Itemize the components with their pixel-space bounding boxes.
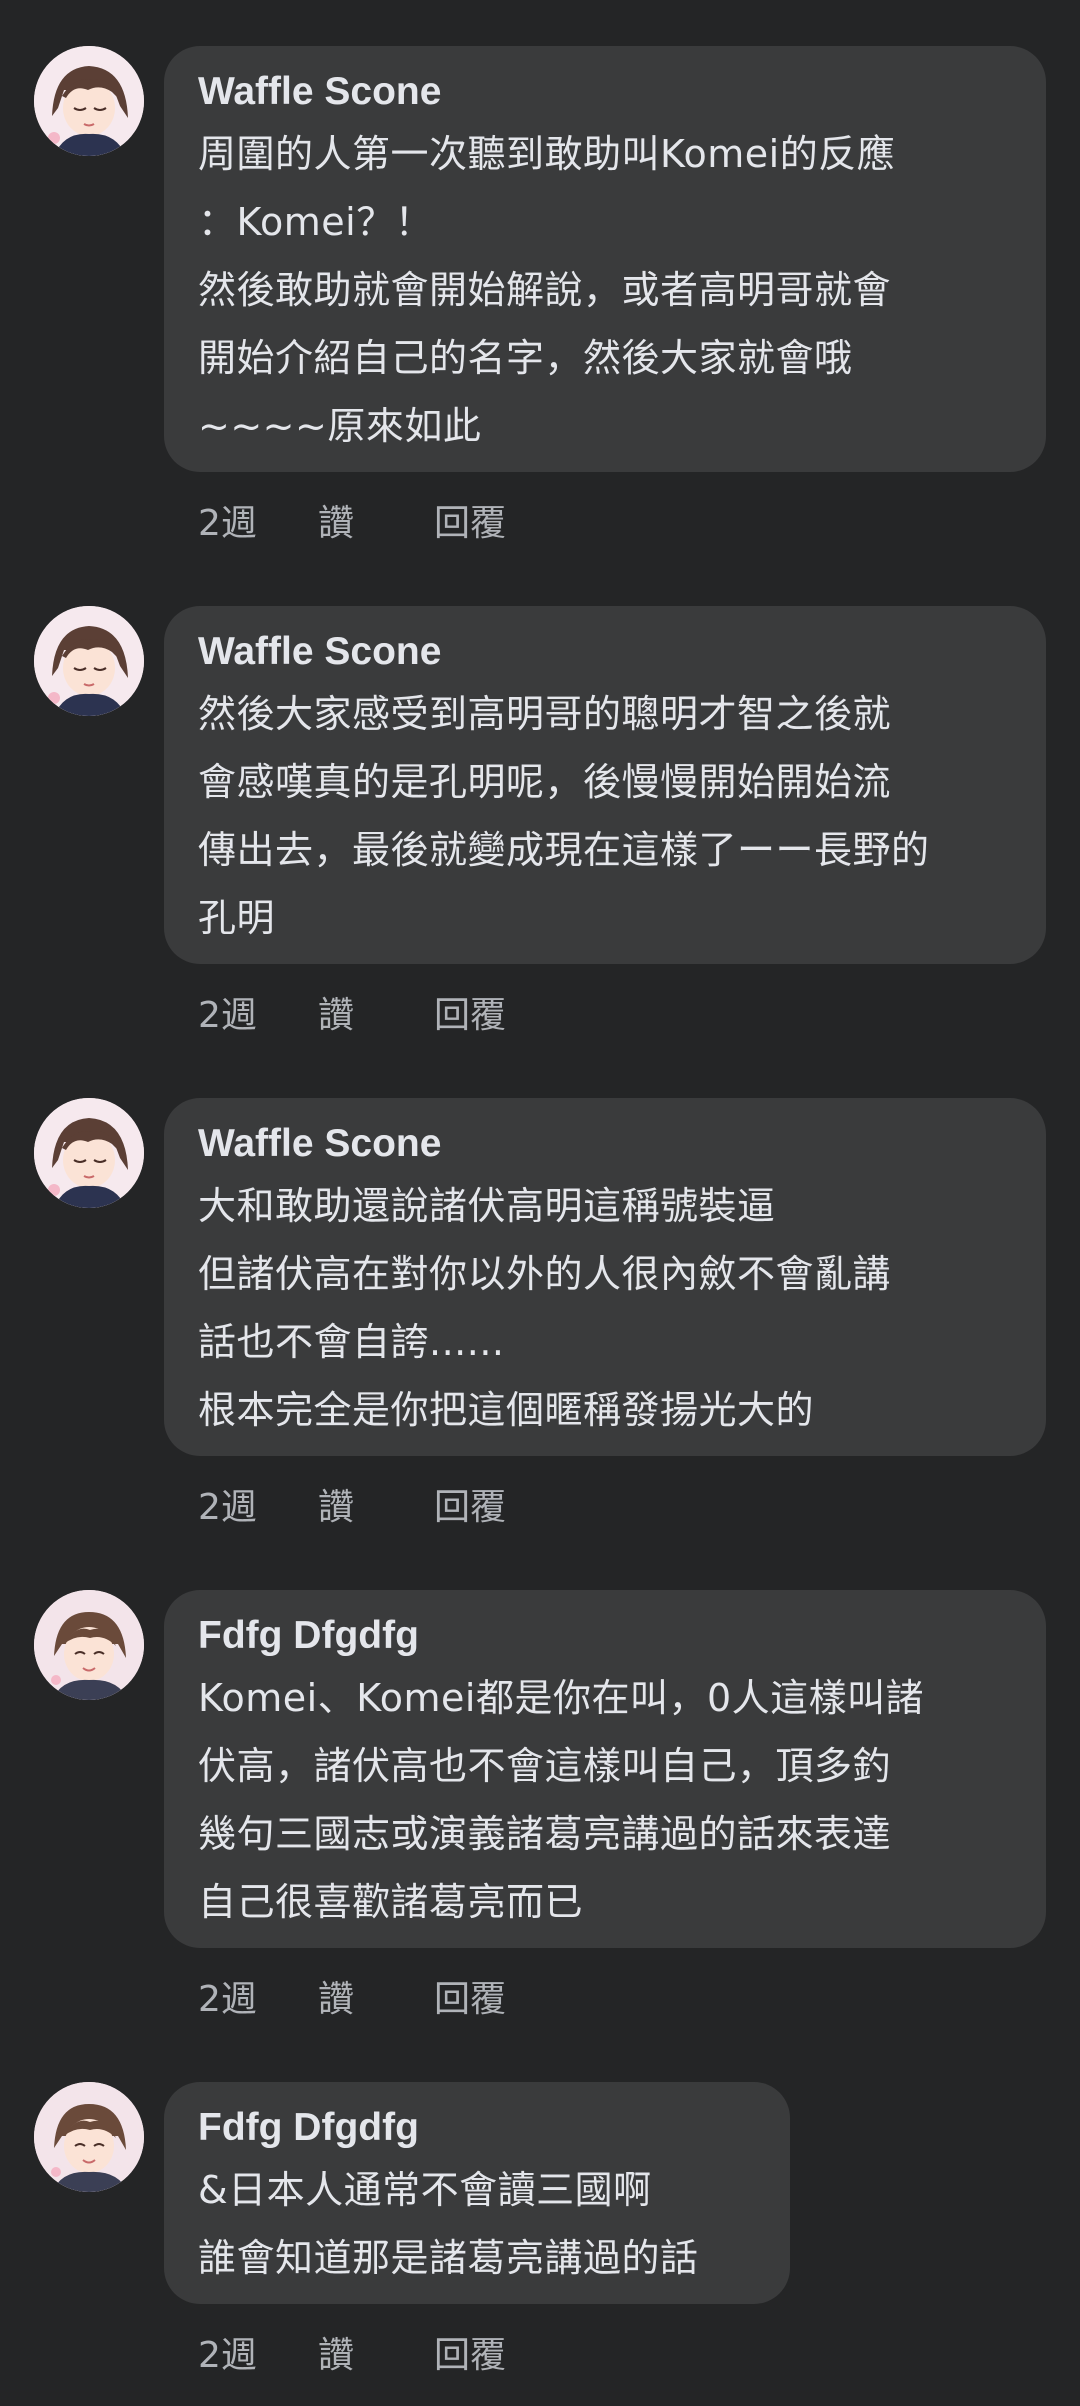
comment-bubble: Waffle Scone 周圍的人第一次聽到敢助叫Komei的反應 ：Komei…: [164, 46, 1046, 472]
comment-actions: 2週 讚 回覆: [198, 1484, 506, 1532]
comment-text: 周圍的人第一次聽到敢助叫Komei的反應 ：Komei？！ 然後敢助就會開始解說…: [198, 132, 896, 448]
avatar[interactable]: [34, 1098, 144, 1208]
comment-author[interactable]: Waffle Scone: [198, 624, 1012, 680]
comment-text: &日本人通常不會讀三國啊 誰會知道那是諸葛亮講過的話: [198, 2168, 699, 2280]
like-button[interactable]: 讚: [318, 500, 414, 548]
comment-actions: 2週 讚 回覆: [198, 1976, 506, 2024]
comment-author[interactable]: Fdfg Dfgdfg: [198, 2100, 756, 2156]
avatar[interactable]: [34, 46, 144, 156]
reply-button[interactable]: 回覆: [434, 2332, 506, 2380]
comment-actions: 2週 讚 回覆: [198, 2332, 506, 2380]
comment-actions: 2週 讚 回覆: [198, 992, 506, 1040]
comment-timestamp[interactable]: 2週: [198, 2332, 318, 2380]
comment-bubble: Fdfg Dfgdfg Komei、Komei都是你在叫，0人這樣叫諸 伏高，諸…: [164, 1590, 1046, 1948]
avatar-illustration-icon: [34, 606, 144, 716]
comment-timestamp[interactable]: 2週: [198, 1484, 318, 1532]
avatar-illustration-icon: [34, 46, 144, 156]
reply-button[interactable]: 回覆: [434, 1976, 506, 2024]
reply-button[interactable]: 回覆: [434, 992, 506, 1040]
comment-bubble: Waffle Scone 大和敢助還說諸伏高明這稱號裝逼 但諸伏高在對你以外的人…: [164, 1098, 1046, 1456]
like-button[interactable]: 讚: [318, 2332, 414, 2380]
comment-author[interactable]: Fdfg Dfgdfg: [198, 1608, 1012, 1664]
avatar[interactable]: [34, 2082, 144, 2192]
comment-timestamp[interactable]: 2週: [198, 1976, 318, 2024]
reply-button[interactable]: 回覆: [434, 500, 506, 548]
comment-author[interactable]: Waffle Scone: [198, 64, 1012, 120]
comment-timestamp[interactable]: 2週: [198, 500, 318, 548]
comment-text: 然後大家感受到高明哥的聰明才智之後就 會感嘆真的是孔明呢，後慢慢開始開始流 傳出…: [198, 692, 930, 940]
comment-bubble: Fdfg Dfgdfg &日本人通常不會讀三國啊 誰會知道那是諸葛亮講過的話: [164, 2082, 790, 2304]
like-button[interactable]: 讚: [318, 1484, 414, 1532]
comment-timestamp[interactable]: 2週: [198, 992, 318, 1040]
like-button[interactable]: 讚: [318, 1976, 414, 2024]
comment-text: Komei、Komei都是你在叫，0人這樣叫諸 伏高，諸伏高也不會這樣叫自己，頂…: [198, 1676, 925, 1924]
comment-text: 大和敢助還說諸伏高明這稱號裝逼 但諸伏高在對你以外的人很內斂不會亂講 話也不會自…: [198, 1184, 892, 1432]
avatar-illustration-icon: [34, 2082, 144, 2192]
comment-bubble: Waffle Scone 然後大家感受到高明哥的聰明才智之後就 會感嘆真的是孔明…: [164, 606, 1046, 964]
avatar-illustration-icon: [34, 1590, 144, 1700]
comment-actions: 2週 讚 回覆: [198, 500, 506, 548]
avatar[interactable]: [34, 606, 144, 716]
reply-button[interactable]: 回覆: [434, 1484, 506, 1532]
comment-author[interactable]: Waffle Scone: [198, 1116, 1012, 1172]
avatar-illustration-icon: [34, 1098, 144, 1208]
like-button[interactable]: 讚: [318, 992, 414, 1040]
avatar[interactable]: [34, 1590, 144, 1700]
